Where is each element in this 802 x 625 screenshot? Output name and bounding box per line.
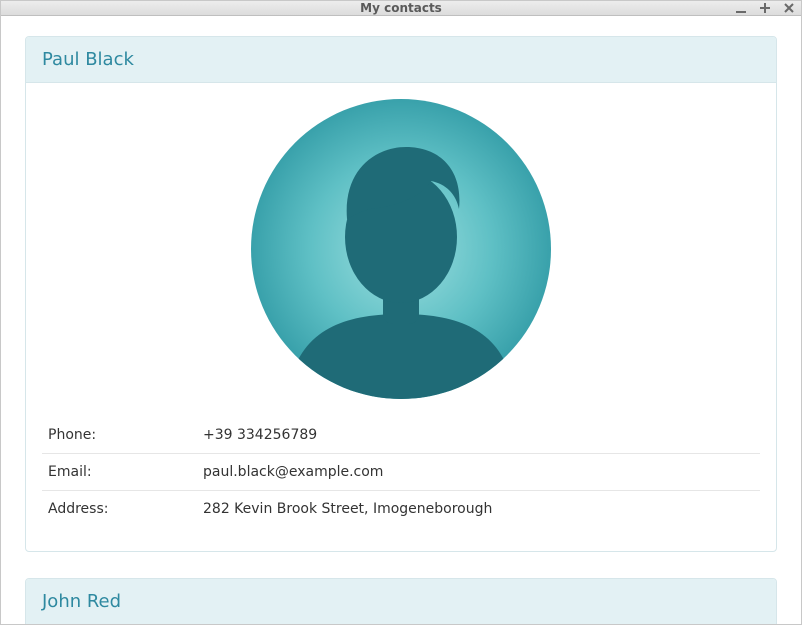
window-title: My contacts xyxy=(1,1,801,15)
window-controls xyxy=(733,1,797,15)
maximize-button[interactable] xyxy=(757,0,773,16)
detail-label: Email: xyxy=(42,453,197,490)
contact-name: John Red xyxy=(26,579,776,624)
detail-label: Phone: xyxy=(42,417,197,454)
detail-value-email: paul.black@example.com xyxy=(197,453,760,490)
close-icon xyxy=(783,2,795,14)
avatar-placeholder-icon xyxy=(251,99,551,399)
maximize-icon xyxy=(759,2,771,14)
contact-card: John Red xyxy=(25,578,777,624)
detail-row-phone: Phone: +39 334256789 xyxy=(42,417,760,454)
detail-row-email: Email: paul.black@example.com xyxy=(42,453,760,490)
minimize-icon xyxy=(735,2,747,14)
contact-body: Phone: +39 334256789 Email: paul.black@e… xyxy=(26,83,776,551)
detail-row-address: Address: 282 Kevin Brook Street, Imogene… xyxy=(42,490,760,527)
contact-card: Paul Black xyxy=(25,36,777,552)
contact-name: Paul Black xyxy=(26,37,776,83)
detail-label: Address: xyxy=(42,490,197,527)
detail-value-phone: +39 334256789 xyxy=(197,417,760,454)
contacts-scroll[interactable]: Paul Black xyxy=(1,16,801,624)
client-area: Paul Black xyxy=(1,16,801,624)
window-titlebar[interactable]: My contacts xyxy=(1,1,801,16)
detail-value-address: 282 Kevin Brook Street, Imogeneborough xyxy=(197,490,760,527)
app-window: My contacts Paul Black xyxy=(0,0,802,625)
avatar-wrap xyxy=(42,91,760,417)
contact-details: Phone: +39 334256789 Email: paul.black@e… xyxy=(42,417,760,527)
close-button[interactable] xyxy=(781,0,797,16)
minimize-button[interactable] xyxy=(733,0,749,16)
